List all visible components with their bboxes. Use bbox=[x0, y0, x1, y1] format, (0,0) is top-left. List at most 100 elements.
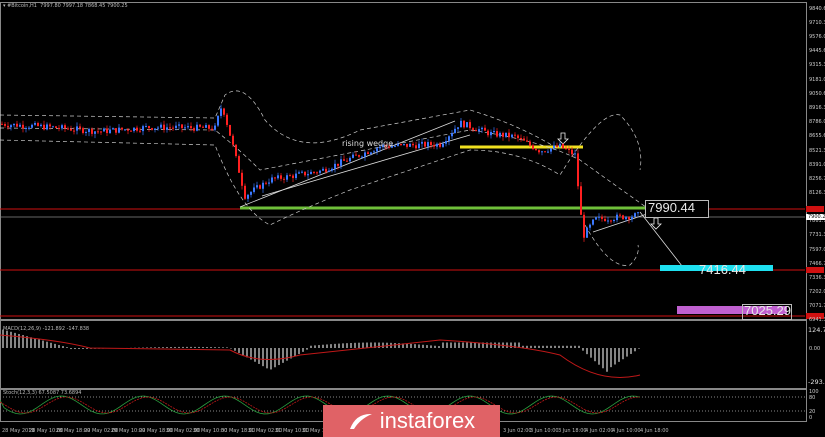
candle-body bbox=[415, 145, 417, 149]
candle-body bbox=[412, 143, 414, 146]
candle-body bbox=[22, 124, 24, 129]
bollinger-band-up bbox=[0, 90, 561, 151]
candle-body bbox=[574, 153, 576, 155]
candle-body bbox=[202, 126, 204, 128]
candle-body bbox=[562, 143, 564, 149]
candle-body bbox=[526, 140, 528, 142]
candle-body bbox=[523, 138, 525, 141]
down-arrow-icon bbox=[650, 217, 662, 230]
candle-body bbox=[493, 131, 495, 133]
candle-body bbox=[364, 152, 366, 157]
candle-body bbox=[334, 163, 336, 169]
candle-body bbox=[97, 131, 99, 133]
candle-body bbox=[151, 128, 153, 130]
candle-body bbox=[619, 214, 621, 216]
candle-body bbox=[568, 148, 570, 150]
candle-body bbox=[301, 171, 303, 173]
candle-body bbox=[67, 128, 69, 130]
candle-body bbox=[106, 128, 108, 134]
candle-body bbox=[226, 114, 228, 125]
candle-body bbox=[274, 177, 276, 179]
candle-body bbox=[52, 126, 54, 128]
candle-body bbox=[604, 218, 606, 222]
candle-body bbox=[46, 124, 48, 130]
price-tick: 7202.05 bbox=[809, 289, 825, 296]
candle-body bbox=[616, 214, 618, 221]
candle-body bbox=[118, 127, 120, 133]
candle-body bbox=[13, 123, 15, 126]
candle-body bbox=[220, 108, 222, 116]
candle-body bbox=[427, 142, 429, 147]
candle-body bbox=[406, 143, 408, 147]
candle-body bbox=[463, 120, 465, 128]
candle-body bbox=[196, 124, 198, 131]
price-tick: 6941.35 bbox=[809, 317, 825, 324]
candle-body bbox=[466, 122, 468, 128]
macd-zero: 0.00 bbox=[809, 346, 821, 352]
candle-body bbox=[331, 168, 333, 171]
candle-body bbox=[181, 124, 183, 129]
candle-body bbox=[538, 150, 540, 153]
candle-body bbox=[421, 141, 423, 144]
candle-body bbox=[259, 185, 261, 189]
candle-body bbox=[154, 128, 156, 130]
price-tick: 7466.70 bbox=[809, 260, 825, 267]
candle-body bbox=[475, 129, 477, 132]
candle-body bbox=[28, 127, 30, 129]
candle-body bbox=[142, 126, 144, 132]
candle-body bbox=[625, 217, 627, 220]
candle-body bbox=[280, 175, 282, 179]
candle-body bbox=[85, 132, 87, 134]
time-tick: 4 Jun 02:00 bbox=[585, 428, 614, 434]
bollinger-band-low bbox=[584, 224, 639, 266]
candle-body bbox=[349, 157, 351, 162]
candle-body bbox=[94, 131, 96, 134]
down-arrow-icon bbox=[557, 132, 569, 145]
candle-body bbox=[73, 130, 75, 132]
candle-body bbox=[328, 170, 330, 172]
candle-body bbox=[238, 156, 240, 173]
price-tick: 9840.65 bbox=[809, 6, 825, 12]
candle-body bbox=[7, 125, 9, 128]
candle-body bbox=[223, 108, 225, 115]
candle-body bbox=[61, 125, 63, 129]
candle-body bbox=[214, 125, 216, 130]
candle-body bbox=[487, 130, 489, 136]
candle-body bbox=[502, 132, 504, 137]
time-tick: 4 Jun 10:00 bbox=[612, 428, 641, 434]
candle-body bbox=[484, 127, 486, 131]
red-price-tag bbox=[806, 267, 824, 273]
candle-body bbox=[394, 145, 396, 147]
candle-body bbox=[511, 134, 513, 138]
current-price-tag: 7900.25 bbox=[806, 214, 825, 221]
candle-body bbox=[544, 151, 546, 153]
candle-body bbox=[91, 128, 93, 134]
time-tick: 3 Jun 02:00 bbox=[503, 428, 532, 434]
candle-body bbox=[325, 168, 327, 172]
candle-body bbox=[541, 151, 543, 153]
macd-label: MACD(12,26,9) -121.892 -147.838 bbox=[3, 326, 90, 332]
candle-body bbox=[634, 213, 636, 217]
candle-body bbox=[145, 126, 147, 128]
candle-body bbox=[253, 187, 255, 192]
stoch-level-0: 0 bbox=[809, 415, 813, 421]
candle-body bbox=[610, 220, 612, 222]
candle-body bbox=[613, 220, 615, 222]
candle-body bbox=[490, 132, 492, 136]
candle-body bbox=[244, 185, 246, 199]
price-tick: 8256.70 bbox=[809, 175, 825, 182]
candle-body bbox=[178, 124, 180, 126]
time-tick: 3 Jun 10:00 bbox=[530, 428, 559, 434]
candle-body bbox=[397, 143, 399, 146]
candle-body bbox=[322, 168, 324, 171]
candle-body bbox=[583, 214, 585, 238]
candle-body bbox=[337, 163, 339, 166]
time-tick: 4 Jun 18:00 bbox=[640, 428, 669, 434]
candle-body bbox=[175, 125, 177, 129]
flag-lower-line bbox=[592, 212, 651, 233]
candle-body bbox=[565, 148, 567, 150]
candle-body bbox=[157, 127, 159, 129]
price-tick: 8521.35 bbox=[809, 147, 825, 154]
candle-body bbox=[271, 177, 273, 183]
candle-body bbox=[319, 170, 321, 173]
